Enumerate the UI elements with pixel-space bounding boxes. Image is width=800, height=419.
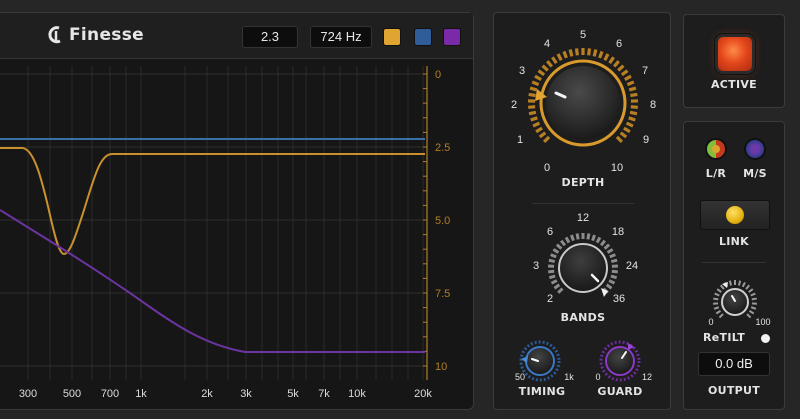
- active-toggle-button[interactable]: [718, 37, 752, 71]
- depth-tick-1: 1: [516, 134, 524, 146]
- freq-label-7k: 7k: [318, 388, 330, 400]
- ms-label: M/S: [743, 167, 767, 180]
- depth-tick-3: 3: [518, 65, 526, 77]
- guard-max: 12: [641, 372, 653, 382]
- depth-tick-5: 5: [579, 29, 587, 41]
- guard-knob[interactable]: [598, 339, 642, 383]
- retilt-label: ReTILT: [702, 331, 746, 344]
- divider: [532, 203, 634, 204]
- active-panel: ACTIVE: [683, 14, 785, 108]
- freq-label-10k: 10k: [348, 388, 366, 400]
- depth-tick-7: 7: [641, 65, 649, 77]
- timing-max: 1k: [564, 372, 574, 382]
- depth-tick-10: 10: [610, 162, 624, 174]
- knob-panel: 5 4 6 3 7 2 8 1 9 0 10 DEPTH 12 6 18 3 2…: [493, 12, 671, 410]
- db-label-7-5: 7.5: [435, 288, 450, 300]
- bands-tick-36: 36: [612, 293, 626, 305]
- freq-label-3k: 3k: [240, 388, 252, 400]
- timing-label: TIMING: [518, 385, 566, 398]
- retilt-knob[interactable]: [710, 278, 760, 326]
- depth-value-display[interactable]: 2.3: [242, 26, 298, 48]
- lr-mode-button[interactable]: [705, 138, 727, 160]
- eq-graph[interactable]: 0 2.5 5.0 7.5 10 300 500 700 1k 2k 3k 5k…: [0, 60, 473, 410]
- bands-tick-6: 6: [546, 226, 554, 238]
- active-label: ACTIVE: [710, 78, 757, 91]
- freq-label-2k: 2k: [201, 388, 213, 400]
- retilt-led-button[interactable]: [761, 334, 770, 343]
- timing-min: 50: [514, 372, 526, 382]
- guard-label: GUARD: [597, 385, 643, 398]
- orange-curve: [0, 147, 425, 256]
- freq-label-300: 300: [19, 388, 37, 400]
- finesse-logo-icon: [48, 26, 61, 44]
- orange-color-button[interactable]: [383, 28, 401, 46]
- purple-color-button[interactable]: [443, 28, 461, 46]
- freq-label-20k: 20k: [414, 388, 432, 400]
- link-button[interactable]: [700, 200, 770, 230]
- bands-label: BANDS: [560, 311, 606, 324]
- bands-tick-24: 24: [625, 260, 639, 272]
- top-bar: Finesse 2.3 724 Hz: [0, 13, 473, 59]
- lr-label: L/R: [705, 167, 727, 180]
- freq-label-700: 700: [101, 388, 119, 400]
- depth-knob[interactable]: [510, 25, 656, 173]
- db-label-0: 0: [435, 69, 441, 81]
- guard-min: 0: [595, 372, 601, 382]
- db-label-10: 10: [435, 361, 447, 373]
- db-label-5-0: 5.0: [435, 215, 450, 227]
- analyzer-panel: Finesse 2.3 724 Hz 0 2.5 5.0 7.5 10 300 …: [0, 12, 474, 410]
- bands-tick-18: 18: [611, 226, 625, 238]
- divider: [702, 262, 766, 263]
- bands-tick-2: 2: [546, 293, 554, 305]
- output-gain-display[interactable]: 0.0 dB: [698, 352, 770, 376]
- brand-name: Finesse: [69, 25, 144, 45]
- blue-color-button[interactable]: [414, 28, 432, 46]
- depth-tick-6: 6: [615, 38, 623, 50]
- link-led: [726, 206, 744, 224]
- retilt-max: 100: [755, 317, 771, 327]
- freq-label-5k: 5k: [287, 388, 299, 400]
- frequency-display[interactable]: 724 Hz: [310, 26, 372, 48]
- depth-label: DEPTH: [561, 176, 605, 189]
- retilt-min: 0: [708, 317, 714, 327]
- freq-label-500: 500: [63, 388, 81, 400]
- purple-curve: [0, 209, 425, 353]
- freq-label-1k: 1k: [135, 388, 147, 400]
- depth-tick-0: 0: [543, 162, 551, 174]
- depth-tick-4: 4: [543, 38, 551, 50]
- bands-tick-12: 12: [576, 212, 590, 224]
- depth-tick-2: 2: [510, 99, 518, 111]
- bands-tick-3: 3: [532, 260, 540, 272]
- output-label: OUTPUT: [707, 384, 761, 397]
- brand-logo: Finesse: [47, 25, 144, 45]
- depth-tick-8: 8: [649, 99, 657, 111]
- db-label-2-5: 2.5: [435, 142, 450, 154]
- link-label: LINK: [718, 235, 750, 248]
- depth-tick-9: 9: [642, 134, 650, 146]
- stereo-output-panel: L/R M/S LINK 0 100 ReTILT 0.0 dB OUTPUT: [683, 121, 785, 410]
- ms-mode-button[interactable]: [744, 138, 766, 160]
